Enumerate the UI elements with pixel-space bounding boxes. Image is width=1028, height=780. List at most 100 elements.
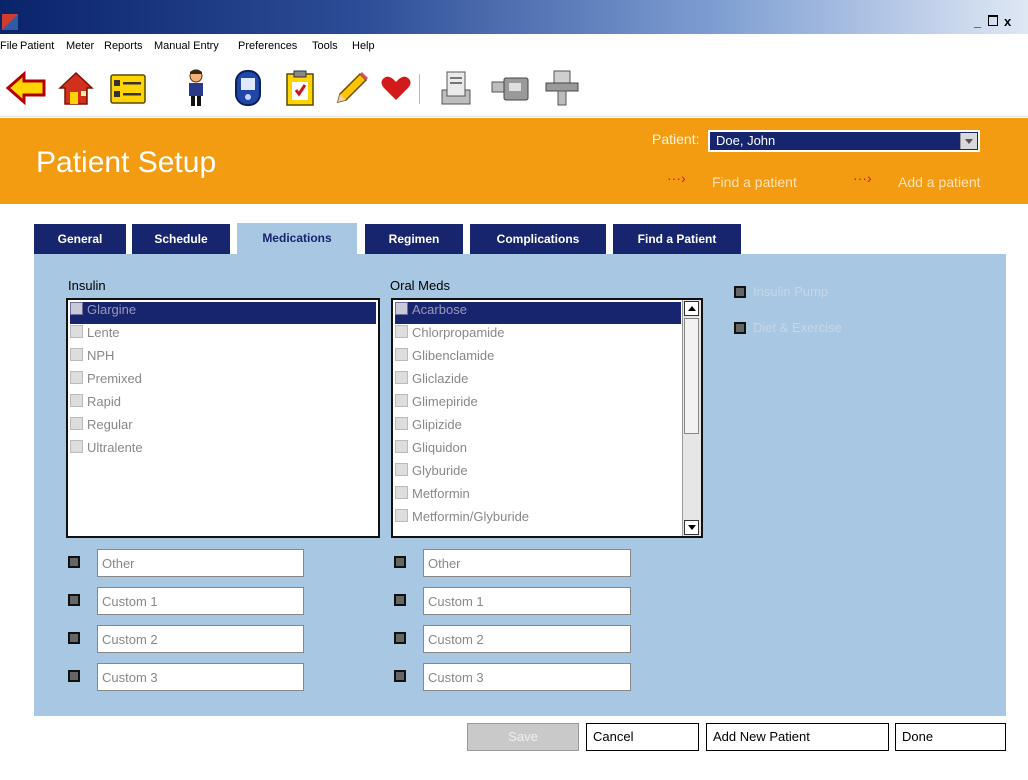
find-patient-link[interactable]: Find a patient [712, 174, 797, 190]
insulin-custom2-checkbox[interactable] [68, 632, 80, 644]
list-item[interactable]: Glargine [70, 302, 376, 324]
menu-preferences[interactable]: Preferences [238, 40, 297, 52]
list-item[interactable]: Rapid [70, 394, 121, 416]
add-patient-link[interactable]: Add a patient [898, 174, 981, 190]
checkbox[interactable] [70, 394, 83, 407]
insulin-listbox[interactable]: Glargine Lente NPH Premixed Rapid Regula… [66, 298, 380, 538]
oral-other-checkbox[interactable] [394, 556, 406, 568]
menu-help[interactable]: Help [352, 40, 375, 52]
list-item[interactable]: Glyburide [395, 463, 468, 485]
list-item[interactable]: Glimepiride [395, 394, 478, 416]
oral-custom3-field[interactable] [423, 663, 631, 691]
add-new-patient-button[interactable]: Add New Patient [706, 723, 889, 751]
insulin-custom1-field[interactable] [97, 587, 304, 615]
oral-meds-listbox[interactable]: Acarbose Chlorpropamide Glibenclamide Gl… [391, 298, 703, 538]
oral-custom2-checkbox[interactable] [394, 632, 406, 644]
scroll-up-icon[interactable] [684, 301, 699, 316]
checkbox[interactable] [395, 486, 408, 499]
checkbox[interactable] [395, 325, 408, 338]
pencil-icon[interactable] [330, 68, 370, 108]
home-icon[interactable] [56, 68, 96, 108]
menu-reports[interactable]: Reports [104, 40, 143, 52]
list-item[interactable]: Regular [70, 417, 133, 439]
checkbox[interactable] [395, 417, 408, 430]
checkbox[interactable] [395, 302, 408, 315]
done-button[interactable]: Done [895, 723, 1006, 751]
oral-other-field[interactable] [423, 549, 631, 577]
checkbox[interactable] [70, 417, 83, 430]
insulin-pump-label: Insulin Pump [753, 284, 829, 299]
list-item[interactable]: Glipizide [395, 417, 462, 439]
person-icon[interactable] [176, 68, 216, 108]
list-item[interactable]: NPH [70, 348, 114, 370]
menu-bar: File Patient Meter Reports Manual Entry … [0, 34, 1028, 58]
checkbox[interactable] [395, 463, 408, 476]
tab-schedule[interactable]: Schedule [132, 224, 230, 254]
document-icon[interactable] [436, 68, 476, 108]
maximize-button[interactable] [988, 14, 998, 29]
close-button[interactable]: x [1004, 14, 1011, 29]
tab-regimen[interactable]: Regimen [365, 224, 463, 254]
tab-find-a-patient[interactable]: Find a Patient [613, 224, 741, 254]
list-item[interactable]: Acarbose [395, 302, 681, 324]
list-item[interactable]: Gliquidon [395, 440, 467, 462]
oral-custom1-checkbox[interactable] [394, 594, 406, 606]
list-item[interactable]: Premixed [70, 371, 142, 393]
insulin-custom3-field[interactable] [97, 663, 304, 691]
heart-icon[interactable] [376, 68, 416, 108]
menu-patient[interactable]: Patient [20, 40, 54, 52]
checkbox[interactable] [395, 509, 408, 522]
insulin-other-checkbox[interactable] [68, 556, 80, 568]
menu-manual-entry[interactable]: Manual Entry [154, 40, 219, 52]
checkbox[interactable] [70, 302, 83, 315]
arrow-right-icon: ···› [667, 170, 686, 186]
menu-tools[interactable]: Tools [312, 40, 338, 52]
cancel-button[interactable]: Cancel [586, 723, 699, 751]
list-item[interactable]: Chlorpropamide [395, 325, 505, 347]
list-item[interactable]: Ultralente [70, 440, 143, 462]
scroll-down-icon[interactable] [684, 520, 699, 535]
checkbox[interactable] [395, 348, 408, 361]
insulin-custom1-checkbox[interactable] [68, 594, 80, 606]
meter-icon[interactable] [228, 68, 268, 108]
oral-custom2-field[interactable] [423, 625, 631, 653]
patient-select[interactable]: Doe, John [708, 130, 980, 152]
checkbox[interactable] [70, 325, 83, 338]
scrollbar[interactable] [682, 300, 701, 536]
tab-complications[interactable]: Complications [470, 224, 606, 254]
insulin-other-field[interactable] [97, 549, 304, 577]
checkbox[interactable] [395, 371, 408, 384]
insulin-pump-checkbox[interactable] [734, 286, 746, 298]
diet-exercise-checkbox[interactable] [734, 322, 746, 334]
list-icon[interactable] [108, 68, 148, 108]
list-item[interactable]: Gliclazide [395, 371, 468, 393]
device-icon[interactable] [490, 68, 530, 108]
minimize-button[interactable]: _ [974, 14, 981, 29]
menu-meter[interactable]: Meter [66, 40, 94, 52]
cradle-icon[interactable] [542, 68, 582, 108]
insulin-custom3-checkbox[interactable] [68, 670, 80, 682]
insulin-custom2-field[interactable] [97, 625, 304, 653]
oral-meds-label: Oral Meds [390, 278, 450, 293]
menu-file[interactable]: File [0, 40, 18, 52]
page-header: Patient Setup Patient: Doe, John ···› Fi… [0, 118, 1028, 204]
checkbox[interactable] [70, 348, 83, 361]
checkbox[interactable] [395, 440, 408, 453]
checkbox[interactable] [70, 371, 83, 384]
tab-medications[interactable]: Medications [237, 223, 357, 255]
back-arrow-icon[interactable] [6, 68, 46, 108]
tab-general[interactable]: General [34, 224, 126, 254]
oral-custom3-checkbox[interactable] [394, 670, 406, 682]
checkbox[interactable] [395, 394, 408, 407]
clipboard-icon[interactable] [280, 68, 320, 108]
checkbox[interactable] [70, 440, 83, 453]
list-item[interactable]: Glibenclamide [395, 348, 494, 370]
scroll-thumb[interactable] [684, 318, 699, 434]
patient-value: Doe, John [716, 133, 776, 148]
chevron-down-icon[interactable] [960, 133, 977, 149]
list-item[interactable]: Metformin [395, 486, 470, 508]
save-button[interactable]: Save [467, 723, 579, 751]
list-item[interactable]: Lente [70, 325, 120, 347]
oral-custom1-field[interactable] [423, 587, 631, 615]
list-item[interactable]: Metformin/Glyburide [395, 509, 529, 531]
